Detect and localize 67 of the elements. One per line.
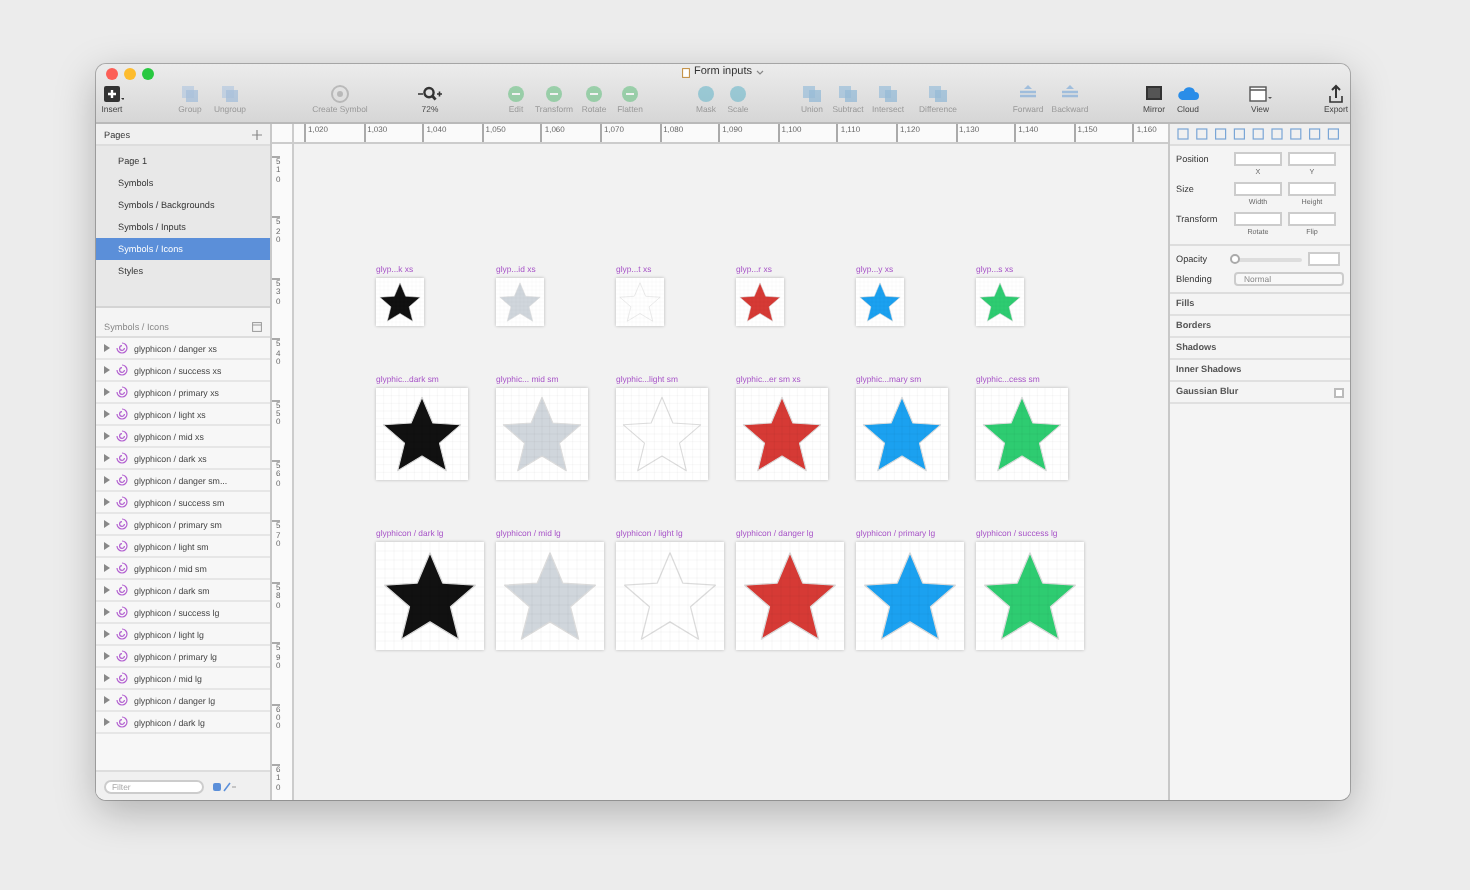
slider-thumb[interactable] — [1230, 254, 1240, 264]
symbol-icon — [116, 518, 128, 530]
disclosure-triangle-icon[interactable] — [104, 410, 110, 418]
window-icon — [1248, 84, 1272, 104]
symbol-icon — [116, 364, 128, 376]
zoom-icon — [418, 84, 442, 104]
overlapping-squares-icon — [926, 84, 950, 104]
disclosure-triangle-icon[interactable] — [104, 388, 110, 396]
symbol-icon — [116, 496, 128, 508]
overlapping-squares-icon — [876, 84, 900, 104]
symbol-icon — [116, 584, 128, 596]
symbol-icon — [116, 562, 128, 574]
symbol-icon — [116, 408, 128, 420]
disclosure-triangle-icon[interactable] — [104, 608, 110, 616]
caret-icon — [756, 69, 765, 75]
disclosure-triangle-icon[interactable] — [104, 586, 110, 594]
add-icon[interactable] — [252, 129, 262, 139]
number-field[interactable] — [1288, 212, 1336, 226]
symbol-icon — [116, 650, 128, 662]
symbol-icon — [116, 716, 128, 728]
symbol-icon — [116, 474, 128, 486]
alignment-icons[interactable] — [1176, 128, 1344, 140]
symbol-icon — [116, 540, 128, 552]
symbol-icon — [116, 430, 128, 442]
circle-icon — [694, 84, 718, 104]
plus-square-icon — [100, 84, 124, 104]
symbol-icon — [116, 342, 128, 354]
number-field[interactable] — [1234, 182, 1282, 196]
overlapping-squares-icon — [836, 84, 860, 104]
disclosure-triangle-icon[interactable] — [104, 520, 110, 528]
disclosure-triangle-icon[interactable] — [104, 366, 110, 374]
disclosure-triangle-icon[interactable] — [104, 498, 110, 506]
symbol-icon — [116, 672, 128, 684]
symbol-icon — [116, 452, 128, 464]
zoom-button[interactable] — [142, 68, 154, 80]
monitor-icon — [1142, 84, 1166, 104]
disclosure-triangle-icon[interactable] — [104, 476, 110, 484]
symbol-circle-icon — [328, 84, 352, 104]
document-icon — [681, 67, 690, 77]
symbol-icon — [116, 386, 128, 398]
disclosure-triangle-icon[interactable] — [104, 542, 110, 550]
circle-icon — [726, 84, 750, 104]
checkbox[interactable] — [1334, 387, 1344, 397]
upload-icon — [1324, 84, 1348, 104]
cloud-icon — [1176, 84, 1200, 104]
stacked-squares-icon — [178, 84, 202, 104]
panel-icon[interactable] — [252, 321, 262, 331]
disclosure-triangle-icon[interactable] — [104, 432, 110, 440]
stacked-squares-icon — [218, 84, 242, 104]
disclosure-triangle-icon[interactable] — [104, 630, 110, 638]
overlapping-squares-icon — [800, 84, 824, 104]
disclosure-triangle-icon[interactable] — [104, 652, 110, 660]
opacity-field[interactable] — [1308, 252, 1340, 266]
disclosure-triangle-icon[interactable] — [104, 674, 110, 682]
symbol-icon — [116, 628, 128, 640]
disclosure-triangle-icon[interactable] — [104, 696, 110, 704]
disclosure-triangle-icon[interactable] — [104, 564, 110, 572]
close-button[interactable] — [106, 68, 118, 80]
number-field[interactable] — [1234, 152, 1282, 166]
number-field[interactable] — [1288, 182, 1336, 196]
number-field[interactable] — [1234, 212, 1282, 226]
number-field[interactable] — [1288, 152, 1336, 166]
disclosure-triangle-icon[interactable] — [104, 344, 110, 352]
symbol-icon — [116, 694, 128, 706]
disclosure-triangle-icon[interactable] — [104, 454, 110, 462]
symbol-icon — [116, 606, 128, 618]
disclosure-triangle-icon[interactable] — [104, 718, 110, 726]
